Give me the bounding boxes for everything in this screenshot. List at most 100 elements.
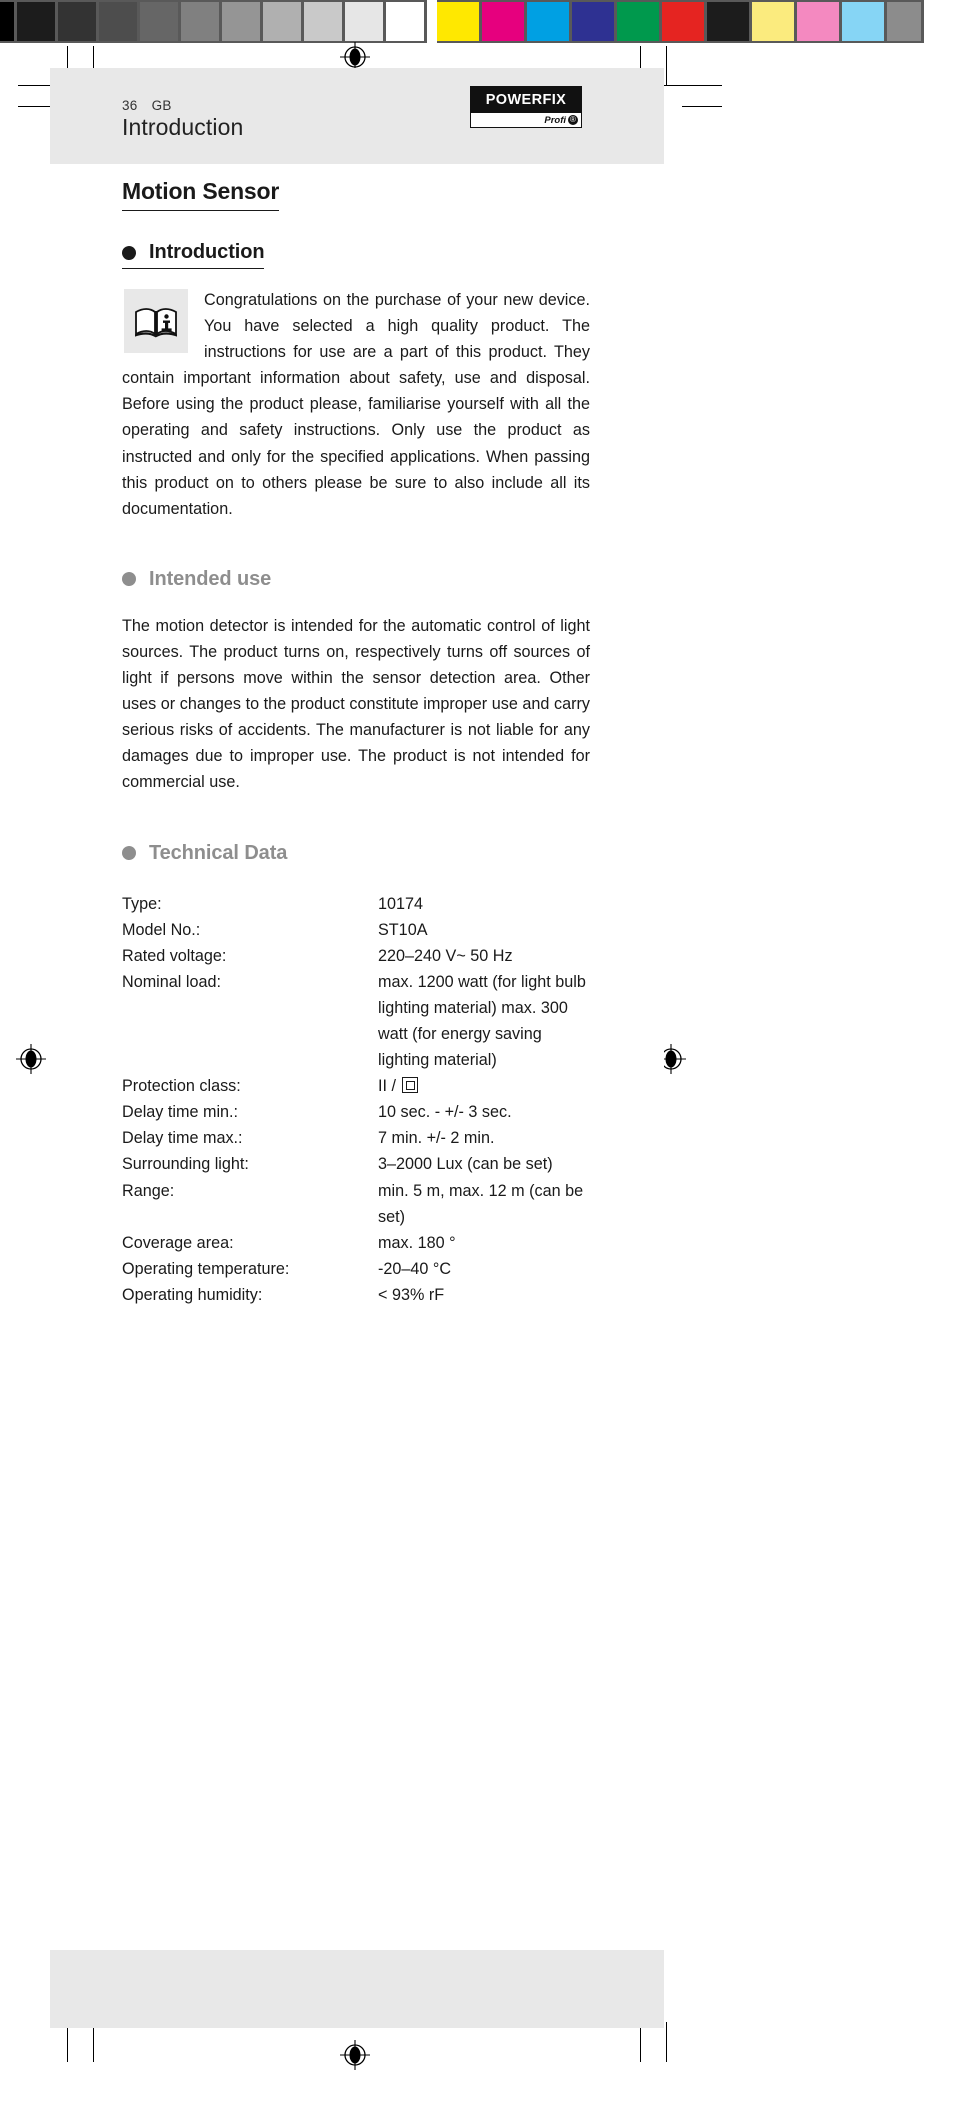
footer-page-info: 36 GB xyxy=(122,98,172,113)
introduction-body-text: Congratulations on the purchase of your … xyxy=(122,291,590,518)
table-row: Coverage area: max. 180 ° xyxy=(122,1230,590,1256)
section-heading-introduction: Introduction xyxy=(122,241,265,269)
page-number: 36 xyxy=(122,98,138,113)
table-row: Surrounding light: 3–2000 Lux (can be set… xyxy=(122,1151,590,1177)
spec-value: 10174 xyxy=(378,894,424,913)
table-row: Delay time min.: 10 sec. - +/- 3 sec. xyxy=(122,1099,590,1125)
logo-brand-text: POWERFIX xyxy=(471,87,581,113)
section-intended-use: Intended use The motion detector is inte… xyxy=(122,568,590,796)
gray-swatch xyxy=(304,2,342,41)
gray-swatch xyxy=(386,2,424,41)
color-swatch xyxy=(797,2,839,41)
powerfix-logo: POWERFIX Profi ® xyxy=(470,86,582,128)
spec-label: Nominal load: xyxy=(122,972,221,991)
section-title-text: Introduction xyxy=(149,241,265,263)
page-title: Motion Sensor xyxy=(122,178,279,211)
crop-mark-bottom-left-v2 xyxy=(93,2022,94,2062)
spec-value: < 93% rF xyxy=(378,1285,445,1304)
spec-label: Coverage area: xyxy=(122,1233,234,1252)
table-row: Operating humidity: < 93% rF xyxy=(122,1282,590,1308)
gray-swatch xyxy=(140,2,178,41)
table-row: Type: 10174 xyxy=(122,891,590,917)
gray-swatch xyxy=(222,2,260,41)
spec-label: Model No.: xyxy=(122,920,201,939)
spec-label: Delay time max.: xyxy=(122,1129,243,1148)
spec-value: max. 1200 watt (for light bulb lighting … xyxy=(378,972,586,1070)
spec-value: 7 min. +/- 2 min. xyxy=(378,1129,495,1148)
spec-value: min. 5 m, max. 12 m (can be set) xyxy=(378,1181,584,1226)
color-swatch xyxy=(527,2,569,41)
spec-value: ST10A xyxy=(378,920,428,939)
crop-mark-top-right-v2 xyxy=(666,46,667,86)
registration-mark-left xyxy=(16,1044,46,1074)
table-row: Operating temperature: -20–40 °C xyxy=(122,1256,590,1282)
table-row: Delay time max.: 7 min. +/- 2 min. xyxy=(122,1125,590,1151)
section-heading-intended-use: Intended use xyxy=(122,568,590,595)
technical-data-table: Type: 10174 Model No.: ST10A Rated voltage: 2… xyxy=(122,891,590,1309)
table-row: Rated voltage: 220–240 V~ 50 Hz xyxy=(122,943,590,969)
logo-sub-text: Profi xyxy=(544,114,566,126)
spec-label: Delay time min.: xyxy=(122,1103,239,1122)
calibration-gap xyxy=(427,0,437,43)
section-heading-technical-data: Technical Data xyxy=(122,842,590,869)
document-title-wrap: Motion Sensor xyxy=(122,178,590,211)
section-title-text: Intended use xyxy=(149,567,272,590)
color-swatch xyxy=(437,2,479,41)
color-swatch xyxy=(752,2,794,41)
section-title-text: Technical Data xyxy=(149,841,288,864)
color-swatch xyxy=(617,2,659,41)
table-row: Range: min. 5 m, max. 12 m (can be set) xyxy=(122,1178,590,1230)
table-row: Protection class: II / xyxy=(122,1073,590,1099)
section-technical-data: Technical Data Type: 10174 Model No.: ST10A… xyxy=(122,842,590,1309)
table-row: Nominal load: max. 1200 watt (for light b… xyxy=(122,969,590,1073)
color-swatch-group xyxy=(437,0,924,43)
grayscale-swatch-group xyxy=(0,0,427,43)
gray-swatch xyxy=(17,2,55,41)
registered-trademark-icon: ® xyxy=(568,115,578,125)
bullet-icon xyxy=(122,572,136,587)
color-swatch xyxy=(482,2,524,41)
spec-label: Operating humidity: xyxy=(122,1285,263,1304)
crop-mark-top-right-h2 xyxy=(682,106,722,107)
page-content: Motion Sensor Introduction Congratulatio… xyxy=(122,178,590,1308)
spec-value: max. 180 ° xyxy=(378,1233,456,1252)
gray-swatch xyxy=(0,2,14,41)
language-code: GB xyxy=(151,98,172,113)
spec-label: Protection class: xyxy=(122,1077,241,1096)
table-row: Model No.: ST10A xyxy=(122,917,590,943)
section-introduction: Introduction Congratulations on the purc… xyxy=(122,241,590,522)
color-calibration-bar xyxy=(0,0,954,43)
spec-value: II / xyxy=(378,1073,590,1099)
bullet-icon xyxy=(122,846,136,860)
gray-swatch xyxy=(345,2,383,41)
color-swatch xyxy=(707,2,749,41)
spec-label: Operating temperature: xyxy=(122,1259,290,1278)
intended-use-paragraph: The motion detector is intended for the … xyxy=(122,616,590,792)
color-swatch xyxy=(887,2,921,41)
registration-mark-bottom xyxy=(340,2040,370,2070)
manual-page: Introduction Motion Sensor Introduction xyxy=(50,68,664,2028)
page-footer-band xyxy=(50,1950,664,2028)
spec-value: 10 sec. - +/- 3 sec. xyxy=(378,1103,512,1122)
spec-value: 3–2000 Lux (can be set) xyxy=(378,1155,553,1174)
double-insulation-square-icon xyxy=(401,1077,418,1094)
introduction-paragraph: Congratulations on the purchase of your … xyxy=(122,287,590,522)
manual-book-info-icon xyxy=(124,289,188,353)
spec-value: -20–40 °C xyxy=(378,1259,452,1278)
bullet-icon xyxy=(122,245,136,260)
spec-label: Surrounding light: xyxy=(122,1155,249,1174)
color-swatch xyxy=(842,2,884,41)
crop-mark-top-right-h xyxy=(664,85,722,86)
spec-label: Rated voltage: xyxy=(122,946,227,965)
gray-swatch xyxy=(181,2,219,41)
color-swatch xyxy=(572,2,614,41)
spec-label: Type: xyxy=(122,894,162,913)
gray-swatch xyxy=(263,2,301,41)
gray-swatch xyxy=(99,2,137,41)
color-swatch xyxy=(662,2,704,41)
logo-sub-row: Profi ® xyxy=(471,113,581,127)
running-header-title: Introduction xyxy=(122,114,244,140)
gray-swatch xyxy=(58,2,96,41)
spec-label: Range: xyxy=(122,1181,175,1200)
crop-mark-bottom-right-v2 xyxy=(666,2022,667,2062)
